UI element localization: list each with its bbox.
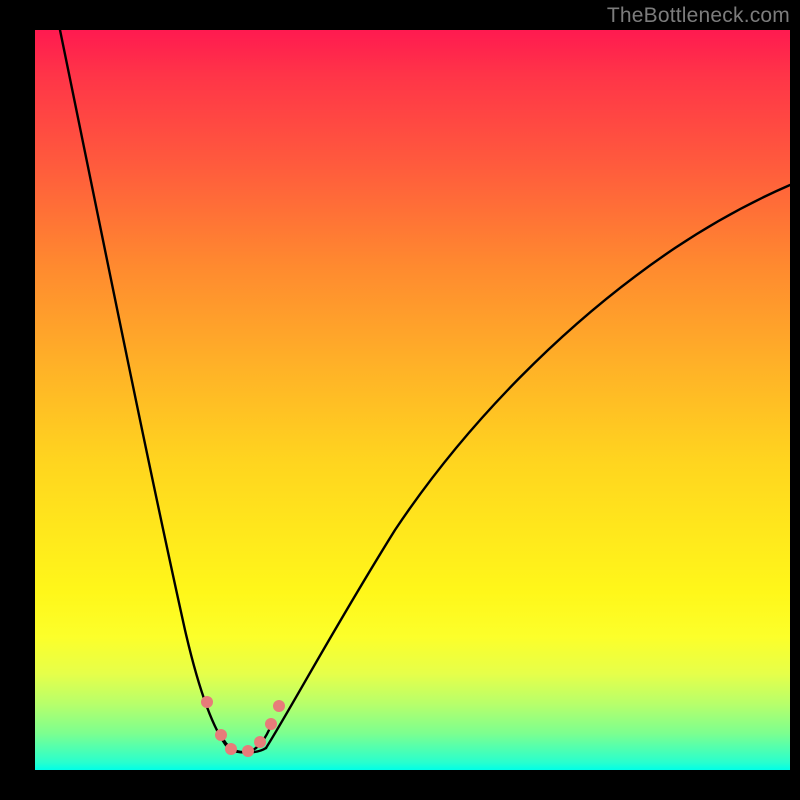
plot-area [35, 30, 790, 770]
valley-marker-dot [225, 743, 237, 755]
curve-right-branch [266, 185, 790, 748]
valley-marker-dot [215, 729, 227, 741]
valley-marker-dot [254, 736, 266, 748]
valley-marker-dot [242, 745, 254, 757]
valley-marker-dot [265, 718, 277, 730]
watermark-label: TheBottleneck.com [607, 4, 790, 28]
curve-left-branch [60, 30, 228, 748]
valley-marker-dot [273, 700, 285, 712]
chart-frame: TheBottleneck.com [0, 0, 800, 800]
curve-svg [35, 30, 790, 770]
valley-marker-dot [201, 696, 213, 708]
